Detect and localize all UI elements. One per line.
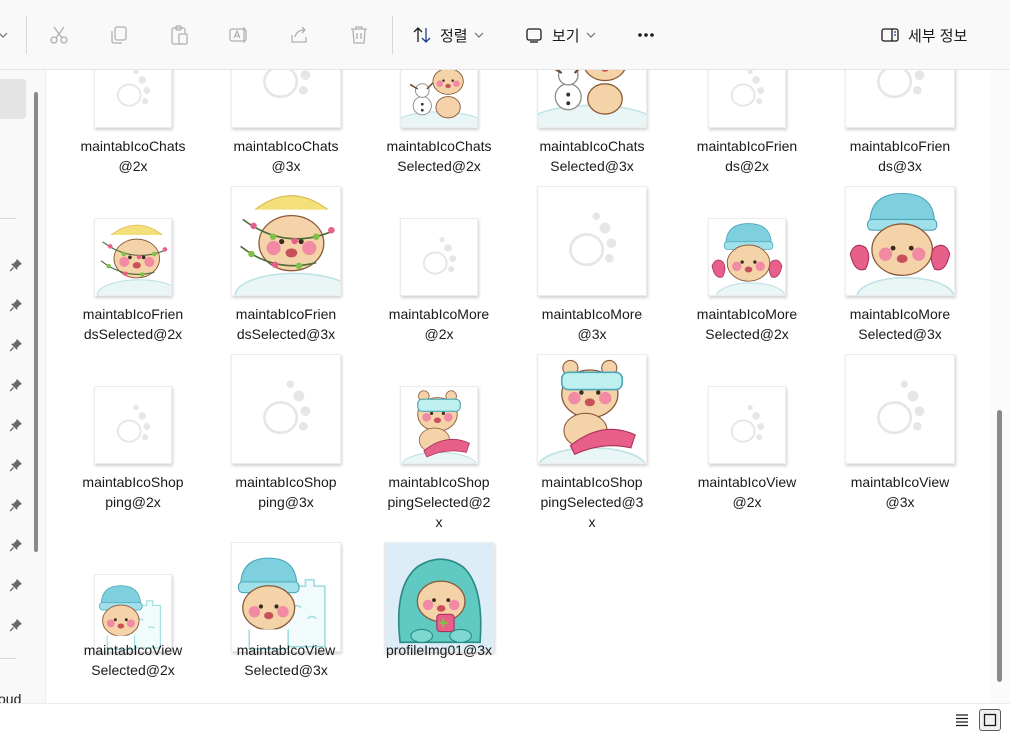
file-item[interactable]: profileImg01@3x xyxy=(369,70,509,703)
delete-button[interactable] xyxy=(344,20,374,50)
file-name: maintabIcoView Selected@2x xyxy=(63,640,203,680)
chevron-down-icon xyxy=(474,32,484,38)
sort-button[interactable]: 정렬 xyxy=(412,20,484,50)
pin-icon[interactable] xyxy=(9,458,23,472)
details-view-button[interactable] xyxy=(951,709,973,731)
pin-icon[interactable] xyxy=(9,378,23,392)
file-name: maintabIcoView Selected@3x xyxy=(216,640,356,680)
copy-button[interactable] xyxy=(104,20,134,50)
view-icon xyxy=(526,28,542,43)
chevron-down-icon[interactable] xyxy=(0,30,8,40)
sort-icon xyxy=(413,27,431,43)
toolbar-divider xyxy=(392,16,393,54)
file-name: maintabIcoView @2x xyxy=(677,472,817,512)
rename-button[interactable] xyxy=(224,20,254,50)
delete-icon xyxy=(351,26,367,44)
pin-icon[interactable] xyxy=(9,498,23,512)
file-item[interactable]: maintabIcoShop pingSelected@3 x xyxy=(522,70,662,703)
copy-icon xyxy=(111,26,127,44)
file-grid: maintabIcoChats @2x maintabIcoChats @3x main… xyxy=(46,70,990,703)
details-label: 세부 정보 xyxy=(908,27,968,45)
share-button[interactable] xyxy=(284,20,314,50)
pin-icon[interactable] xyxy=(9,418,23,432)
file-name-line: profileImg01@3x xyxy=(385,642,493,658)
vertical-scrollbar[interactable] xyxy=(990,70,1010,703)
nav-divider xyxy=(0,218,16,219)
paste-icon xyxy=(171,25,188,45)
file-name-line: x xyxy=(588,514,596,530)
file-item[interactable]: maintabIcoView Selected@2x xyxy=(63,70,203,703)
details-pane-button[interactable]: 세부 정보 xyxy=(880,20,967,50)
file-thumbnail[interactable] xyxy=(384,542,494,652)
cut-button[interactable] xyxy=(44,20,74,50)
nav-scrollbar[interactable] xyxy=(34,92,38,552)
more-options-button[interactable] xyxy=(631,20,661,50)
file-name: maintabIcoShop pingSelected@3 x xyxy=(522,472,662,532)
file-name-line: maintabIcoView xyxy=(83,642,183,658)
pin-icon[interactable] xyxy=(9,578,23,592)
selected-nav-item[interactable] xyxy=(0,79,26,119)
chevron-down-icon xyxy=(586,32,596,38)
file-name-line: @2x xyxy=(732,494,762,510)
navigation-pane: oud xyxy=(0,70,46,707)
file-name: profileImg01@3x xyxy=(369,640,509,660)
file-thumbnail[interactable] xyxy=(708,386,786,464)
details-view-icon xyxy=(956,714,968,727)
nav-divider xyxy=(0,658,16,659)
file-thumbnail[interactable] xyxy=(845,354,955,464)
file-item[interactable]: maintabIcoView Selected@3x xyxy=(216,70,356,703)
sort-label: 정렬 xyxy=(440,27,468,45)
command-bar: 정렬 보기 세부 정보 xyxy=(0,0,1010,70)
rename-icon xyxy=(229,27,247,43)
file-name-line: Selected@2x xyxy=(91,662,175,678)
file-name-line: maintabIcoView xyxy=(236,642,336,658)
view-label: 보기 xyxy=(552,27,580,45)
file-name-line: maintabIcoShop xyxy=(541,474,643,490)
file-name-line: maintabIcoView xyxy=(850,474,950,490)
file-thumbnail[interactable] xyxy=(537,354,647,464)
file-name: maintabIcoView @3x xyxy=(830,472,970,512)
view-button[interactable]: 보기 xyxy=(524,20,596,50)
file-name-line: pingSelected@3 xyxy=(540,494,644,510)
large-icons-view-icon xyxy=(983,713,997,727)
pin-icon[interactable] xyxy=(9,298,23,312)
paste-button[interactable] xyxy=(164,20,194,50)
pin-icon[interactable] xyxy=(9,538,23,552)
pin-icon[interactable] xyxy=(9,338,23,352)
file-thumbnail[interactable] xyxy=(231,542,341,652)
large-icons-view-button[interactable] xyxy=(979,709,1001,731)
file-name-line: @3x xyxy=(885,494,915,510)
share-icon xyxy=(291,26,307,43)
file-item[interactable]: maintabIcoView @2x xyxy=(677,70,817,703)
file-item[interactable]: maintabIcoView @3x xyxy=(830,70,970,703)
more-icon xyxy=(638,33,654,37)
status-bar xyxy=(0,703,1010,733)
pin-icon[interactable] xyxy=(9,618,23,632)
details-pane-icon xyxy=(881,28,899,42)
pin-icon[interactable] xyxy=(9,258,23,272)
cut-icon xyxy=(50,26,68,44)
toolbar-divider xyxy=(26,16,27,54)
file-name-line: Selected@3x xyxy=(244,662,328,678)
file-name-line: maintabIcoView xyxy=(697,474,797,490)
scrollbar-thumb[interactable] xyxy=(997,410,1002,682)
